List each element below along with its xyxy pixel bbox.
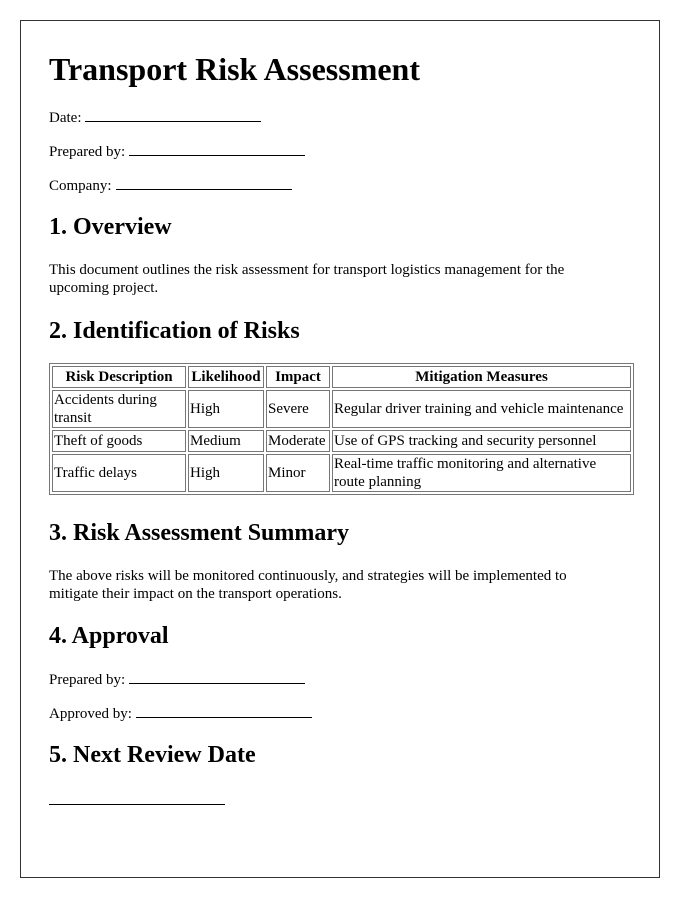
prepared-by-field: Prepared by: xyxy=(49,141,306,161)
cell-risk-description: Theft of goods xyxy=(52,430,186,452)
cell-impact: Severe xyxy=(266,390,330,428)
date-blank-line[interactable] xyxy=(85,107,262,122)
date-field: Date: xyxy=(49,107,262,127)
cell-impact: Moderate xyxy=(266,430,330,452)
summary-text: The above risks will be monitored contin… xyxy=(49,568,567,602)
header-likelihood: Likelihood xyxy=(188,366,264,388)
overview-text: This document outlines the risk assessme… xyxy=(49,262,565,296)
table-row: Accidents during transit High Severe Reg… xyxy=(52,390,631,428)
cell-mitigation: Regular driver training and vehicle main… xyxy=(332,390,631,428)
prepared-by-label: Prepared by: xyxy=(49,144,126,160)
approval-prepared-by-field: Prepared by: xyxy=(49,669,306,689)
date-label: Date: xyxy=(49,110,82,126)
header-impact: Impact xyxy=(266,366,330,388)
table-row: Traffic delays High Minor Real-time traf… xyxy=(52,454,631,492)
approval-heading: 4. Approval xyxy=(49,623,169,649)
table-header-row: Risk Description Likelihood Impact Mitig… xyxy=(52,366,631,388)
approval-prepared-by-label: Prepared by: xyxy=(49,672,126,688)
cell-likelihood: High xyxy=(188,454,264,492)
approved-by-blank-line[interactable] xyxy=(135,703,312,718)
document-title: Transport Risk Assessment xyxy=(49,51,420,87)
company-field: Company: xyxy=(49,175,292,195)
next-review-heading: 5. Next Review Date xyxy=(49,742,256,768)
risks-table: Risk Description Likelihood Impact Mitig… xyxy=(49,363,634,495)
approved-by-label: Approved by: xyxy=(49,706,132,722)
cell-risk-description: Accidents during transit xyxy=(52,390,186,428)
prepared-by-blank-line[interactable] xyxy=(129,141,306,156)
cell-mitigation: Use of GPS tracking and security personn… xyxy=(332,430,631,452)
summary-heading: 3. Risk Assessment Summary xyxy=(49,520,350,546)
header-risk-description: Risk Description xyxy=(52,366,186,388)
table-row: Theft of goods Medium Moderate Use of GP… xyxy=(52,430,631,452)
cell-likelihood: High xyxy=(188,390,264,428)
cell-likelihood: Medium xyxy=(188,430,264,452)
company-label: Company: xyxy=(49,178,112,194)
approval-prepared-by-blank-line[interactable] xyxy=(129,669,306,684)
company-blank-line[interactable] xyxy=(115,175,292,190)
identification-heading: 2. Identification of Risks xyxy=(49,318,300,344)
document-page: Transport Risk Assessment Date: Prepared… xyxy=(20,20,660,878)
cell-impact: Minor xyxy=(266,454,330,492)
overview-heading: 1. Overview xyxy=(49,214,172,240)
next-review-date-blank-line[interactable] xyxy=(49,804,225,805)
cell-mitigation: Real-time traffic monitoring and alterna… xyxy=(332,454,631,492)
approved-by-field: Approved by: xyxy=(49,703,312,723)
header-mitigation-measures: Mitigation Measures xyxy=(332,366,631,388)
cell-risk-description: Traffic delays xyxy=(52,454,186,492)
